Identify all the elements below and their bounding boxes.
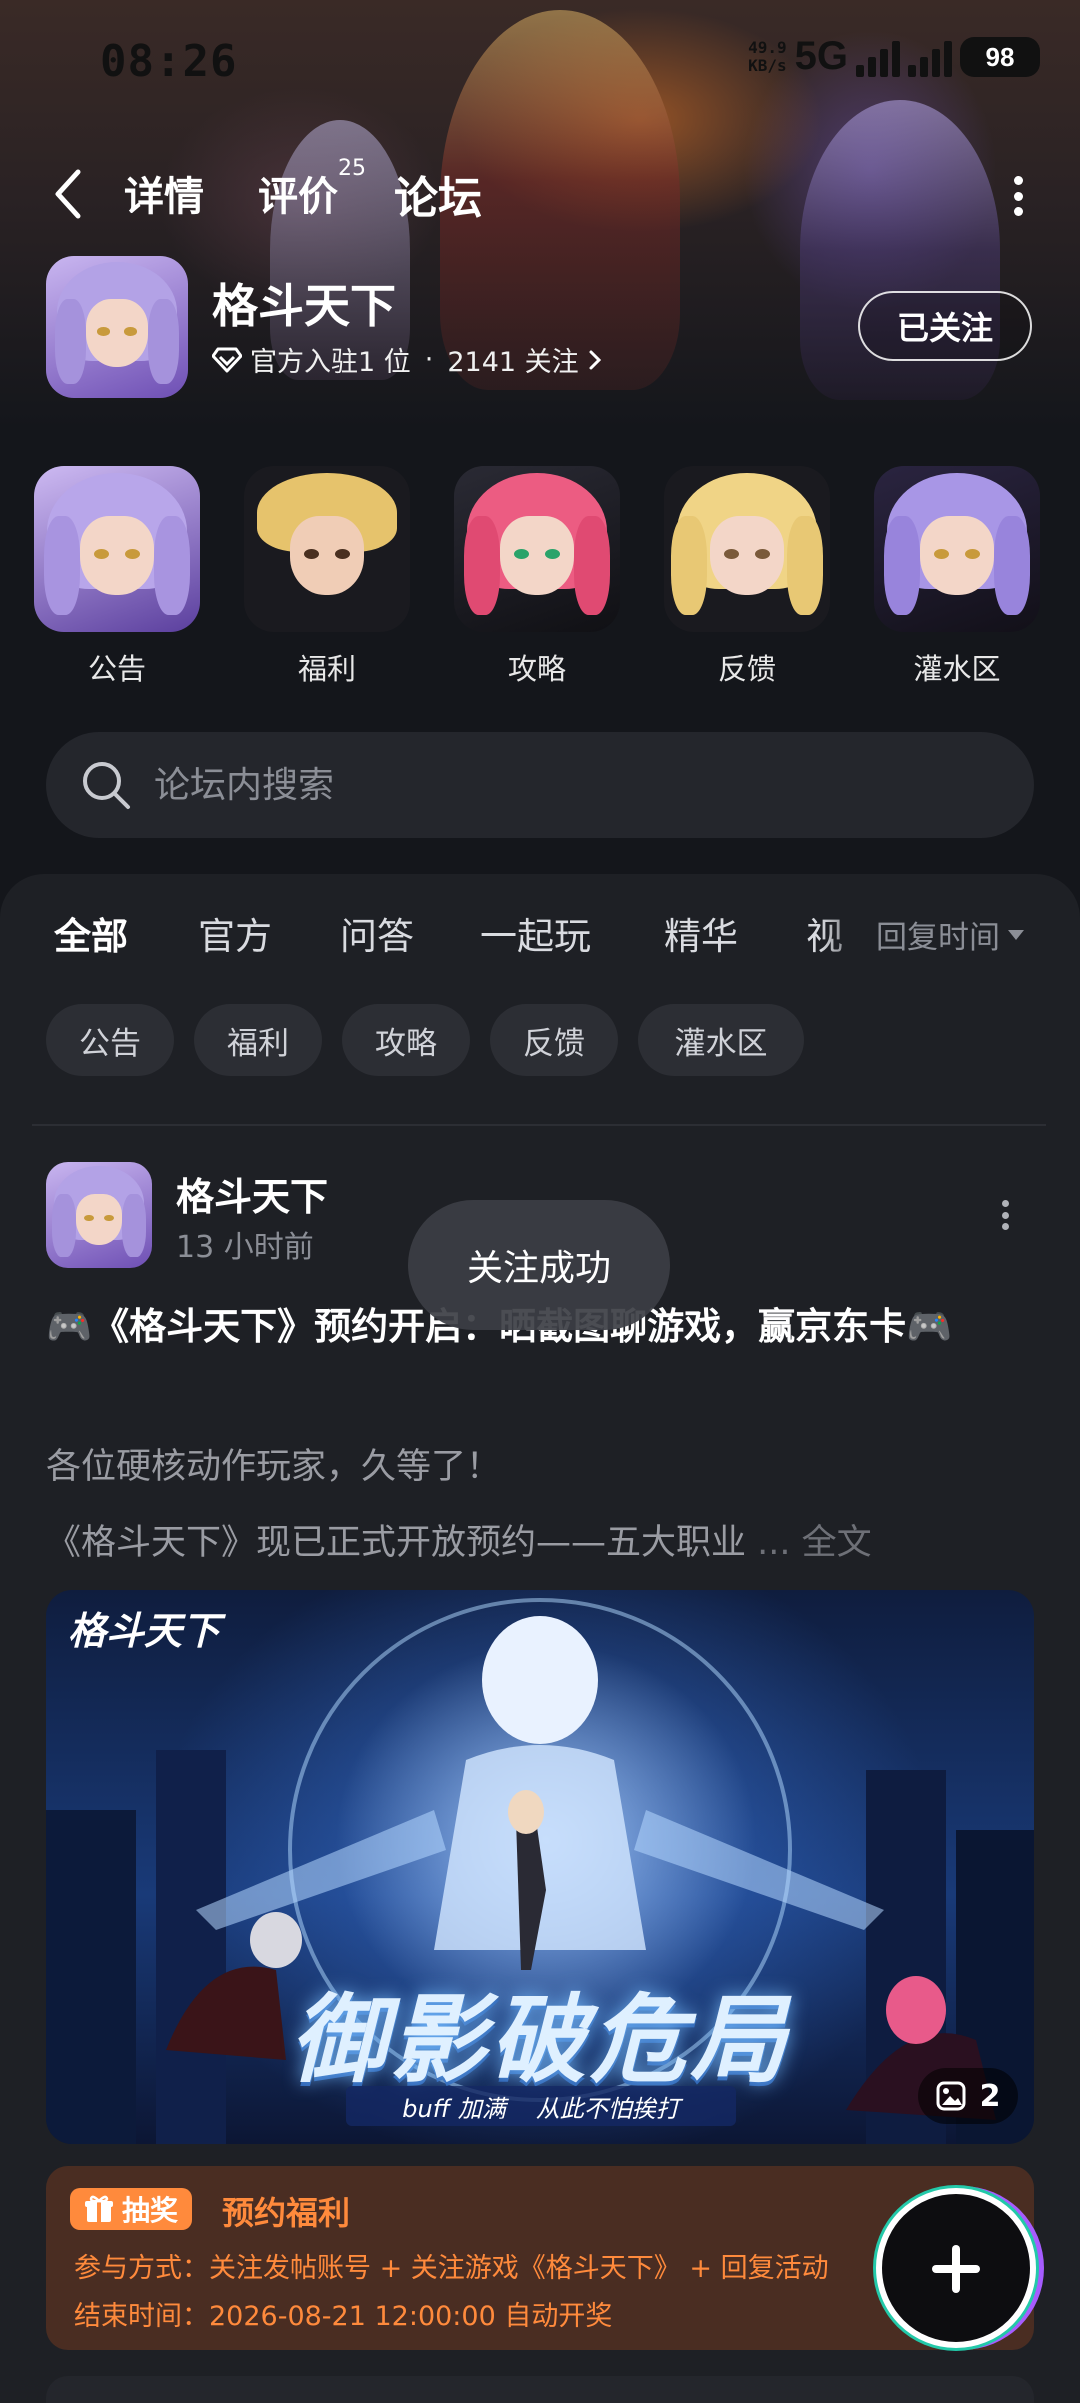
network-type: 5G	[794, 34, 848, 78]
sub-forum-chat[interactable]: 灌水区	[874, 466, 1040, 688]
feed-tab-play-together[interactable]: 一起玩	[480, 906, 591, 960]
follow-success-toast: 关注成功	[408, 1200, 670, 1330]
feed-tab-featured[interactable]: 精华	[664, 906, 738, 960]
post-time: 13 小时前	[176, 1230, 314, 1265]
tab-details[interactable]: 详情	[124, 164, 204, 222]
chip-announcements[interactable]: 公告	[46, 1004, 174, 1076]
sub-forum-label: 反馈	[717, 652, 776, 686]
image-subcaption-2: 从此不怕挨打	[535, 2094, 680, 2123]
game-title: 格斗天下	[212, 279, 396, 333]
read-full-link[interactable]: ... 全文	[757, 1523, 872, 1563]
sub-forum-announcements[interactable]: 公告	[34, 466, 200, 688]
post-image[interactable]: 格斗天下 御影破危局 buff 加满 从此不怕挨打 2	[46, 1590, 1034, 2144]
image-gallery-icon	[936, 2081, 966, 2111]
feed-tab-all[interactable]: 全部	[54, 906, 128, 960]
app-screen: { "status_bar": { "time": "08:26", "spee…	[0, 0, 1080, 2403]
feedback-avatar	[664, 466, 830, 632]
post-author-name[interactable]: 格斗天下	[176, 1166, 328, 1221]
feed-tab-qa[interactable]: 问答	[340, 906, 414, 960]
official-rank: 官方入驻1 位	[250, 347, 411, 378]
sub-forum-label: 攻略	[507, 652, 566, 686]
announcements-avatar	[34, 466, 200, 632]
post-body-line1: 各位硬核动作玩家，久等了！	[46, 1447, 502, 1487]
lottery-title: 预约福利	[222, 2194, 351, 2232]
image-subcaption: buff 加满 从此不怕挨打	[346, 2086, 736, 2126]
lottery-end-time: 结束时间：2026-08-21 12:00:00 自动开奖	[74, 2301, 613, 2332]
diamond-icon	[212, 347, 242, 372]
battery-icon: 98	[960, 36, 1040, 77]
chevron-right-icon	[589, 350, 601, 369]
welfare-avatar	[244, 466, 410, 632]
sub-forum-feedback[interactable]: 反馈	[664, 466, 830, 688]
status-icons: 49.9 KB/s 5G 98	[748, 34, 1040, 79]
follow-count: 2141 关注	[447, 347, 579, 378]
post-author-avatar[interactable]	[46, 1162, 152, 1268]
more-options-icon[interactable]	[1012, 176, 1024, 216]
divider	[32, 1124, 1046, 1126]
tab-reviews[interactable]: 评价	[258, 164, 338, 222]
back-arrow-icon[interactable]	[52, 168, 84, 220]
image-subcaption-1: buff 加满	[402, 2094, 506, 2123]
followed-button[interactable]: 已关注	[858, 291, 1032, 361]
chip-chat[interactable]: 灌水区	[638, 1004, 804, 1076]
sort-dropdown[interactable]: 回复时间	[876, 912, 1024, 957]
lottery-badge: 抽奖	[70, 2188, 193, 2230]
search-icon	[83, 762, 130, 809]
sub-forum-label: 灌水区	[913, 652, 1001, 686]
caret-down-icon	[1008, 929, 1024, 940]
chat-avatar	[874, 466, 1040, 632]
net-speed: 49.9 KB/s	[748, 37, 787, 75]
feed-tab-label: 全部	[54, 915, 128, 958]
plus-icon-vertical	[952, 2245, 960, 2293]
post-body-line2[interactable]: 《格斗天下》现已正式开放预约——五大职业 ... 全文	[46, 1514, 1036, 1565]
image-count-badge: 2	[918, 2068, 1018, 2124]
net-speed-value: 49.9	[748, 37, 787, 57]
sub-forum-welfare[interactable]: 福利	[244, 466, 410, 688]
lottery-badge-label: 抽奖	[122, 2194, 179, 2227]
lottery-method: 参与方式：关注发帖账号 + 关注游戏《格斗天下》 + 回复活动	[74, 2253, 829, 2284]
tab-forum[interactable]: 论坛	[390, 162, 486, 226]
create-post-button[interactable]	[876, 2188, 1036, 2348]
signal-1-icon	[856, 37, 900, 77]
image-count: 2	[979, 2078, 1001, 2114]
tab-forum-label: 论坛	[394, 173, 482, 224]
forum-search-bar[interactable]	[46, 732, 1034, 838]
chip-feedback[interactable]: 反馈	[490, 1004, 618, 1076]
game-icon[interactable]	[46, 256, 188, 398]
chip-welfare[interactable]: 福利	[194, 1004, 322, 1076]
sort-label: 回复时间	[876, 920, 1000, 956]
image-game-logo: 格斗天下	[68, 1608, 221, 1653]
game-meta[interactable]: 官方入驻1 位 · 2141 关注	[212, 340, 603, 379]
image-caption: 御影破危局	[290, 1983, 790, 2096]
next-post-card[interactable]	[46, 2376, 1034, 2403]
feed-tab-official[interactable]: 官方	[198, 906, 272, 960]
signal-2-icon	[908, 37, 952, 77]
meta-dot: ·	[424, 344, 434, 375]
search-input[interactable]	[154, 732, 974, 838]
guides-avatar	[454, 466, 620, 632]
gift-icon	[85, 2195, 113, 2222]
review-count-badge: 25	[338, 156, 366, 181]
sub-forum-label: 福利	[297, 652, 356, 686]
sub-forum-guides[interactable]: 攻略	[454, 466, 620, 688]
tabs-fade	[820, 894, 880, 964]
post-body-text: 《格斗天下》现已正式开放预约——五大职业	[46, 1523, 747, 1563]
post-more-icon[interactable]	[1000, 1200, 1010, 1230]
status-time: 08:26	[100, 36, 238, 87]
chip-guides[interactable]: 攻略	[342, 1004, 470, 1076]
sub-forum-label: 公告	[87, 652, 146, 686]
net-speed-unit: KB/s	[748, 55, 787, 75]
